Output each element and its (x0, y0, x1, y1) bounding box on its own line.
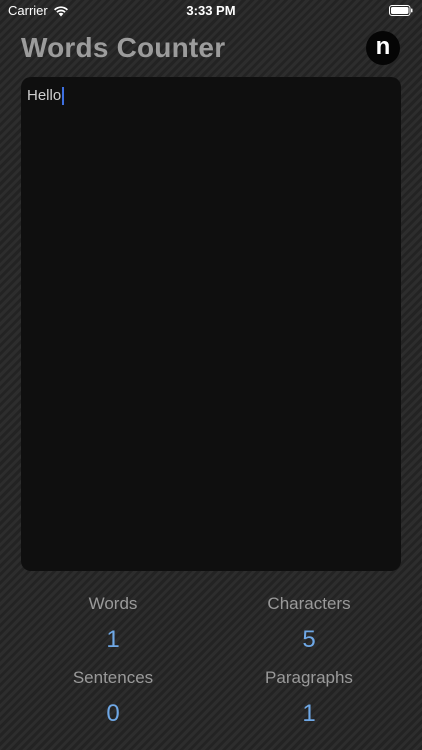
app-logo-button[interactable]: n (366, 31, 400, 65)
battery-icon (389, 5, 413, 16)
characters-count: 5 (302, 626, 316, 653)
logo-letter: n (375, 32, 391, 60)
words-label: Words (88, 594, 138, 613)
words-count: 1 (106, 626, 120, 653)
sentences-stat: Sentences 0 (13, 668, 213, 728)
status-bar: Carrier 3:33 PM (0, 0, 422, 22)
sentences-label: Sentences (72, 668, 154, 687)
sentences-count: 0 (106, 700, 120, 727)
paragraphs-stat: Paragraphs 1 (209, 668, 409, 728)
characters-label: Characters (267, 594, 351, 613)
words-stat: Words 1 (13, 594, 213, 654)
paragraphs-label: Paragraphs (265, 668, 353, 687)
text-editor[interactable]: Hello (21, 77, 401, 571)
page-title: Words Counter (21, 32, 226, 63)
characters-stat: Characters 5 (209, 594, 409, 654)
editor-text[interactable]: Hello (27, 87, 61, 104)
paragraphs-count: 1 (302, 700, 316, 727)
clock: 3:33 PM (186, 3, 236, 18)
text-caret (62, 87, 65, 105)
